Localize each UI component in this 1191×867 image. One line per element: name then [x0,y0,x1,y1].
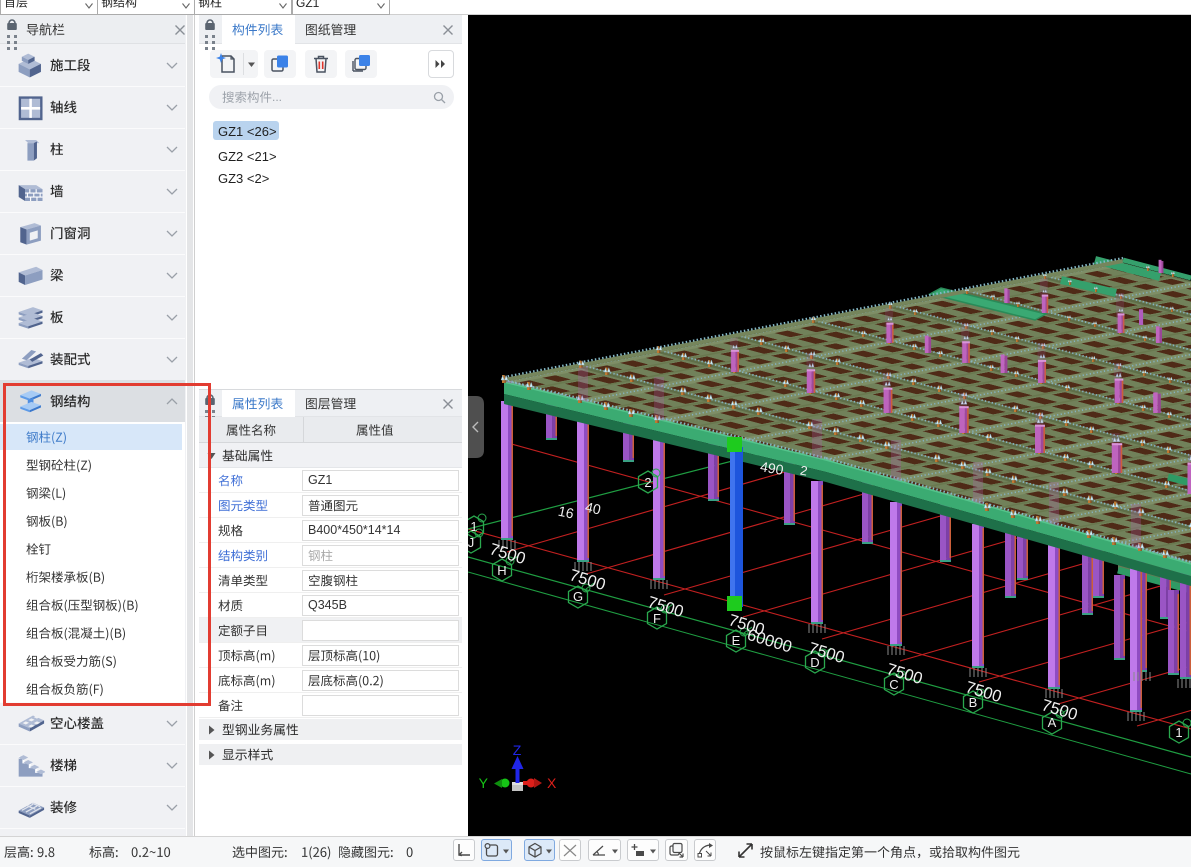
svg-text:60000: 60000 [745,626,794,657]
svg-text:2: 2 [644,475,651,490]
svg-text:7500: 7500 [645,593,685,621]
svg-text:J: J [468,535,474,550]
svg-text:X: X [547,775,557,791]
svg-text:490: 490 [759,458,785,478]
svg-text:H: H [497,563,506,578]
svg-text:E: E [732,633,741,648]
svg-text:Y: Y [479,775,489,791]
svg-text:40: 40 [584,499,603,518]
svg-text:G: G [573,589,583,604]
svg-text:1: 1 [1175,725,1182,740]
svg-text:Z: Z [513,742,522,758]
svg-text:16: 16 [557,503,576,522]
